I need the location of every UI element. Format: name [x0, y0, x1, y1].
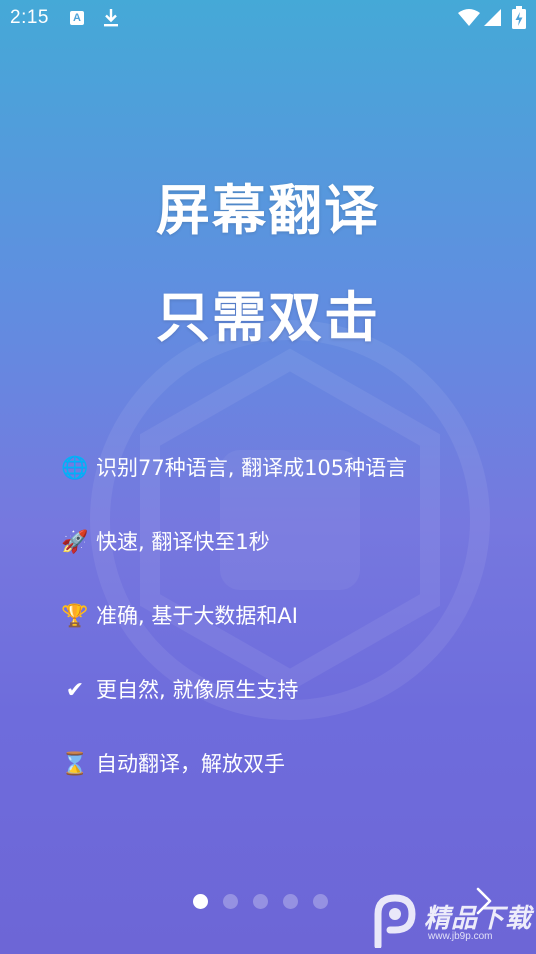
feature-item-speed: 🚀 快速, 翻译快至1秒: [60, 527, 530, 601]
a-notification-icon: A: [70, 11, 84, 25]
feature-item-auto: ⌛ 自动翻译，解放双手: [60, 749, 530, 823]
headline-line-1: 屏幕翻译: [156, 179, 380, 242]
headline-line-2: 只需双击: [156, 286, 380, 349]
watermark-logo-icon: [374, 894, 416, 948]
status-bar: 2:15 A: [0, 0, 536, 38]
next-arrow-icon[interactable]: [472, 886, 496, 916]
check-mark-icon: ✔: [65, 677, 85, 703]
onboarding-screen: 2:15 A 屏幕翻译 只需双击 🌐 识别77种语言, 翻译成105种语言 🚀 …: [0, 0, 536, 954]
feature-item-natural: ✔ 更自然, 就像原生支持: [60, 675, 530, 749]
hourglass-icon: ⌛: [61, 751, 89, 777]
feature-text: 自动翻译，解放双手: [96, 752, 285, 776]
page-dot-5[interactable]: [313, 894, 328, 909]
trophy-icon: 🏆: [61, 603, 89, 629]
site-watermark: 精品下载 www.jb9p.com: [370, 884, 536, 950]
globe-icon: 🌐: [61, 455, 89, 481]
watermark-url: www.jb9p.com: [428, 931, 493, 942]
battery-charging-icon: [512, 6, 526, 29]
page-indicator: [193, 894, 328, 909]
signal-icon: [484, 9, 501, 26]
status-time: 2:15: [10, 7, 49, 28]
feature-text: 更自然, 就像原生支持: [96, 678, 299, 702]
rocket-icon: 🚀: [61, 529, 89, 555]
page-dot-3[interactable]: [253, 894, 268, 909]
wifi-icon: [458, 9, 480, 26]
feature-list: 🌐 识别77种语言, 翻译成105种语言 🚀 快速, 翻译快至1秒 🏆 准确, …: [60, 453, 530, 823]
page-dot-1[interactable]: [193, 894, 208, 909]
page-dot-4[interactable]: [283, 894, 298, 909]
feature-text: 快速, 翻译快至1秒: [96, 530, 270, 554]
feature-item-accuracy: 🏆 准确, 基于大数据和AI: [60, 601, 530, 675]
page-dot-2[interactable]: [223, 894, 238, 909]
download-icon: [104, 9, 118, 27]
feature-text: 准确, 基于大数据和AI: [96, 604, 298, 628]
feature-text: 识别77种语言, 翻译成105种语言: [96, 456, 408, 480]
feature-item-languages: 🌐 识别77种语言, 翻译成105种语言: [60, 453, 530, 527]
